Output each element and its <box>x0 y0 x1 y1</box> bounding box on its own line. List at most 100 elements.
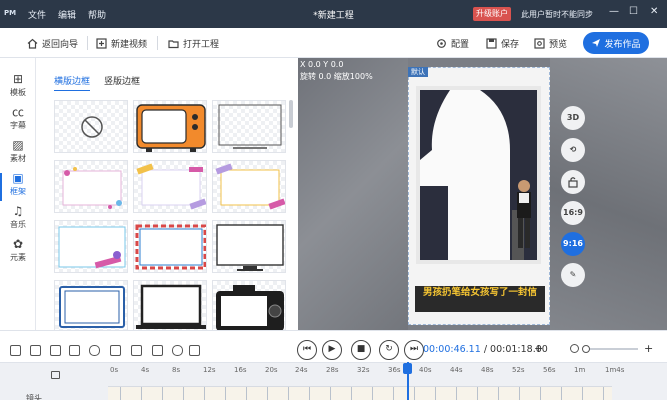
back-to-wizard-button[interactable]: 返回向导 <box>27 35 78 51</box>
retro-tv-frame-icon <box>136 104 206 152</box>
toolbar-divider <box>87 36 88 50</box>
background-facet <box>298 58 408 330</box>
frame-airmail[interactable] <box>133 220 207 273</box>
upgrade-account-button[interactable]: 升级账户 <box>473 7 511 21</box>
sync-status-text: 此用户暂时不能同步 <box>521 10 593 19</box>
crop-icon[interactable] <box>30 345 41 356</box>
publish-button[interactable]: 发布作品 <box>583 32 649 54</box>
preview-canvas[interactable]: X 0.0 Y 0.0 旋转 0.0 缩放100% 默认 男孩扔笔给女孩写了一封… <box>298 58 667 330</box>
ruler-tick-label: 48s <box>481 366 494 374</box>
sidebar-item-subtitle[interactable]: ㏄ 字幕 <box>0 105 36 137</box>
ruler-tick-label: 20s <box>265 366 278 374</box>
zoom-in-button[interactable]: + <box>644 342 653 355</box>
tab-portrait-frames[interactable]: 竖版边框 <box>104 74 140 91</box>
stop-button[interactable]: ■ <box>351 340 371 360</box>
frame-camera[interactable] <box>212 280 286 333</box>
effects-icon[interactable] <box>89 345 100 356</box>
gear-icon <box>437 38 446 48</box>
frame-icon: ▣ <box>12 171 24 185</box>
maximize-icon[interactable]: ☐ <box>629 6 638 17</box>
aspect-9-16-button[interactable]: 9:16 <box>561 232 585 256</box>
minimize-icon[interactable]: — <box>609 6 619 17</box>
zoom-slider[interactable] <box>582 345 638 353</box>
sidebar-item-label: 素材 <box>10 154 26 163</box>
ruler-tick-label: 12s <box>203 366 216 374</box>
sticker-icon[interactable] <box>131 345 142 356</box>
next-frame-button[interactable]: ⏭ <box>404 340 424 360</box>
speed-plus-button[interactable]: + <box>534 342 543 355</box>
track-lock-icon[interactable] <box>51 371 60 379</box>
subtitle-caption[interactable]: 男孩扔笔给女孩写了一封信 <box>415 286 545 312</box>
replay-button[interactable]: ↻ <box>379 340 399 360</box>
sidebar-item-label: 音乐 <box>10 220 26 229</box>
back-to-wizard-label: 返回向导 <box>42 39 79 50</box>
material-icon: ▨ <box>12 138 24 152</box>
sidebar-item-template[interactable]: ⊞ 模板 <box>0 72 36 104</box>
monitor-frame-icon <box>216 224 284 271</box>
ruler-tick-label: 8s <box>172 366 181 374</box>
microphone-icon[interactable] <box>172 345 183 356</box>
title-bar: PM 文件 编辑 帮助 *新建工程 升级账户 此用户暂时不能同步 — ☐ ✕ <box>0 0 667 28</box>
save-button[interactable]: 保存 <box>486 35 519 51</box>
open-project-label: 打开工程 <box>183 39 220 50</box>
element-icon: ✿ <box>12 237 24 251</box>
frame-tape[interactable] <box>133 160 207 213</box>
frame-party[interactable] <box>54 220 128 273</box>
rotate-tool-button[interactable]: ⟲ <box>561 138 585 162</box>
sidebar-item-label: 框架 <box>10 187 26 196</box>
dub-button[interactable]: 配置 <box>436 35 469 51</box>
frame-confetti[interactable] <box>54 160 128 213</box>
frame-retro-tv[interactable] <box>133 100 207 153</box>
frame-tablet-blue[interactable] <box>54 280 128 333</box>
confetti-frame-icon <box>62 167 122 209</box>
aspect-16-9-button[interactable]: 16:9 <box>561 201 585 225</box>
party-frame-icon <box>58 226 126 269</box>
frame-monitor[interactable] <box>212 220 286 273</box>
laptop-frame-icon <box>136 284 206 329</box>
tab-landscape-frames[interactable]: 横版边框 <box>54 74 91 91</box>
volume-icon[interactable] <box>189 345 200 356</box>
track-name: 镜头 <box>26 394 42 400</box>
play-button[interactable]: ▶ <box>322 340 342 360</box>
left-sidebar: ⊞ 模板 ㏄ 字幕 ▨ 素材 ▣ 框架 ♫ 音乐 ✿ 元素 <box>0 58 36 330</box>
layer-label: 默认 <box>408 67 428 77</box>
no-frame-icon <box>81 116 103 138</box>
frame-panel-scrollbar[interactable] <box>289 100 293 128</box>
position-readout: X 0.0 Y 0.0 <box>300 60 344 69</box>
3d-tool-button[interactable]: 3D <box>561 106 585 130</box>
scene-image[interactable] <box>416 86 541 264</box>
background-facet <box>550 58 667 330</box>
new-video-label: 新建视频 <box>111 39 148 50</box>
frame-pink-tape[interactable] <box>212 160 286 213</box>
subtitle-track-icon[interactable] <box>152 345 163 356</box>
ruler-tick-label: 32s <box>357 366 370 374</box>
zoom-slider-handle[interactable] <box>582 345 590 353</box>
ruler-tick-label: 36s <box>388 366 401 374</box>
sidebar-item-label: 模板 <box>10 88 26 97</box>
split-icon[interactable] <box>10 345 21 356</box>
sidebar-item-material[interactable]: ▨ 素材 <box>0 138 36 170</box>
close-icon[interactable]: ✕ <box>650 6 658 17</box>
sidebar-item-frame[interactable]: ▣ 框架 <box>0 171 36 203</box>
timeline-ruler: 0s 4s 8s 12s 16s 20s 24s 28s 32s 36s 40s 44s 48s 52s 5… <box>0 362 667 400</box>
frame-flat-tv[interactable] <box>212 100 286 153</box>
new-video-button[interactable]: 新建视频 <box>96 35 147 51</box>
copy-icon[interactable] <box>50 345 61 356</box>
playhead-handle[interactable] <box>403 363 412 374</box>
time-readout: 00:00:46.11 / 00:01:18.00 <box>423 344 548 355</box>
frame-edit-icon[interactable] <box>69 345 80 356</box>
previous-frame-button[interactable]: ⏮ <box>297 340 317 360</box>
frame-library-panel: 横版边框 竖版边框 <box>36 58 298 333</box>
preview-button[interactable]: 预览 <box>534 35 567 51</box>
sidebar-item-music[interactable]: ♫ 音乐 <box>0 204 36 236</box>
text-icon[interactable] <box>110 345 121 356</box>
open-project-button[interactable]: 打开工程 <box>168 35 219 51</box>
sidebar-item-element[interactable]: ✿ 元素 <box>0 237 36 269</box>
transform-readout: X 0.0 Y 0.0 旋转 0.0 缩放100% <box>300 59 373 83</box>
frame-laptop[interactable] <box>133 280 207 333</box>
lock-tool-button[interactable] <box>561 170 585 194</box>
video-track[interactable] <box>108 386 612 400</box>
edit-tool-button[interactable]: ✎ <box>561 263 585 287</box>
main-toolbar: 返回向导 新建视频 打开工程 配置 保存 预览 发布作品 <box>0 28 667 58</box>
frame-none[interactable] <box>54 100 128 153</box>
